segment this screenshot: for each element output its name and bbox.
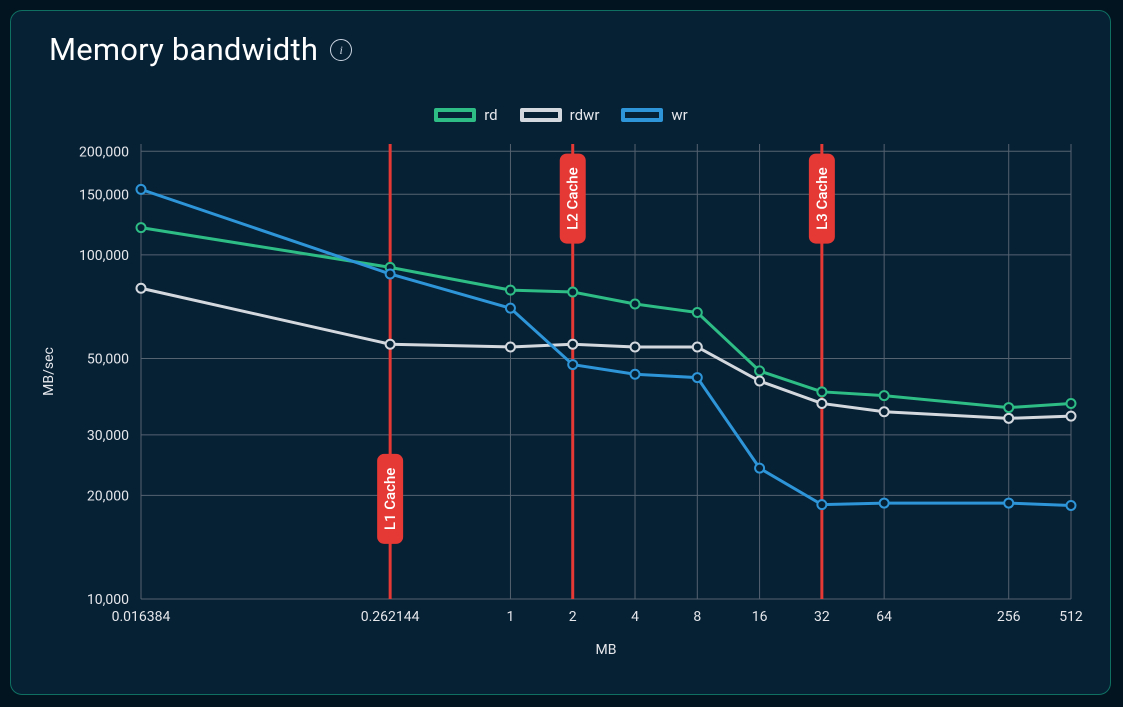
x-tick-label: 8 (693, 609, 701, 625)
title-row: Memory bandwidth i (49, 31, 352, 68)
legend-label-wr: wr (671, 106, 687, 124)
series-wr (141, 189, 1071, 505)
legend-label-rd: rd (484, 106, 497, 124)
legend-item-rd[interactable]: rd (434, 106, 497, 124)
y-axis-label: MB/sec (41, 347, 57, 396)
y-tick-label: 150,000 (79, 187, 129, 203)
x-tick-label: 256 (997, 609, 1021, 625)
y-tick-label: 10,000 (87, 592, 129, 608)
x-tick-label: 0.016384 (112, 609, 171, 625)
legend-label-rdwr: rdwr (570, 106, 600, 124)
legend-item-rdwr[interactable]: rdwr (520, 106, 600, 124)
marker-wr[interactable] (880, 499, 889, 508)
marker-wr[interactable] (386, 269, 395, 278)
y-tick-label: 50,000 (87, 351, 129, 367)
marker-rd[interactable] (137, 223, 146, 232)
marker-wr[interactable] (506, 304, 515, 313)
marker-rdwr[interactable] (693, 342, 702, 351)
marker-rdwr[interactable] (568, 340, 577, 349)
marker-rd[interactable] (1067, 399, 1076, 408)
x-tick-label: 512 (1059, 609, 1083, 625)
cache-label: L1 Cache (381, 468, 399, 530)
x-tick-label: 0.262144 (361, 609, 420, 625)
cache-label: L3 Cache (813, 167, 831, 229)
x-tick-label: 64 (876, 609, 892, 625)
x-axis-label: MB (596, 642, 617, 658)
legend-swatch-rd (434, 108, 476, 122)
legend-swatch-wr (621, 108, 663, 122)
marker-rdwr[interactable] (755, 377, 764, 386)
marker-wr[interactable] (137, 185, 146, 194)
y-tick-label: 100,000 (79, 248, 129, 264)
marker-rdwr[interactable] (631, 342, 640, 351)
plot-svg: 10,00020,00030,00050,000100,000150,00020… (31, 124, 1091, 664)
chart-area: rd rdwr wr 10,000 20,000 30,000 50,000 100,0… (31, 106, 1091, 676)
marker-rdwr[interactable] (1004, 414, 1013, 423)
marker-wr[interactable] (1067, 501, 1076, 510)
legend: rd rdwr wr (31, 106, 1091, 124)
chart-title: Memory bandwidth (49, 31, 318, 68)
y-tick-label: 20,000 (87, 488, 129, 504)
x-tick-label: 2 (569, 609, 577, 625)
marker-rdwr[interactable] (817, 399, 826, 408)
marker-wr[interactable] (1004, 499, 1013, 508)
legend-item-wr[interactable]: wr (621, 106, 687, 124)
marker-rdwr[interactable] (506, 342, 515, 351)
x-tick-label: 32 (814, 609, 830, 625)
marker-rdwr[interactable] (880, 407, 889, 416)
marker-rd[interactable] (568, 288, 577, 297)
marker-wr[interactable] (817, 500, 826, 509)
marker-wr[interactable] (631, 370, 640, 379)
marker-rd[interactable] (693, 308, 702, 317)
marker-rdwr[interactable] (137, 284, 146, 293)
cache-label: L2 Cache (564, 167, 582, 229)
x-tick-label: 16 (752, 609, 768, 625)
marker-wr[interactable] (693, 373, 702, 382)
x-tick-label: 4 (631, 609, 639, 625)
legend-swatch-rdwr (520, 108, 562, 122)
marker-rd[interactable] (817, 387, 826, 396)
y-tick-label: 200,000 (79, 144, 129, 160)
marker-rd[interactable] (1004, 403, 1013, 412)
marker-rd[interactable] (755, 366, 764, 375)
x-tick-label: 1 (507, 609, 515, 625)
marker-rd[interactable] (880, 391, 889, 400)
info-icon[interactable]: i (330, 39, 352, 61)
marker-rd[interactable] (506, 286, 515, 295)
marker-wr[interactable] (755, 464, 764, 473)
marker-rd[interactable] (631, 299, 640, 308)
y-tick-label: 30,000 (87, 428, 129, 444)
marker-rdwr[interactable] (1067, 412, 1076, 421)
chart-card: Memory bandwidth i rd rdwr wr 10,000 20,0… (10, 10, 1111, 695)
marker-wr[interactable] (568, 360, 577, 369)
marker-rdwr[interactable] (386, 340, 395, 349)
